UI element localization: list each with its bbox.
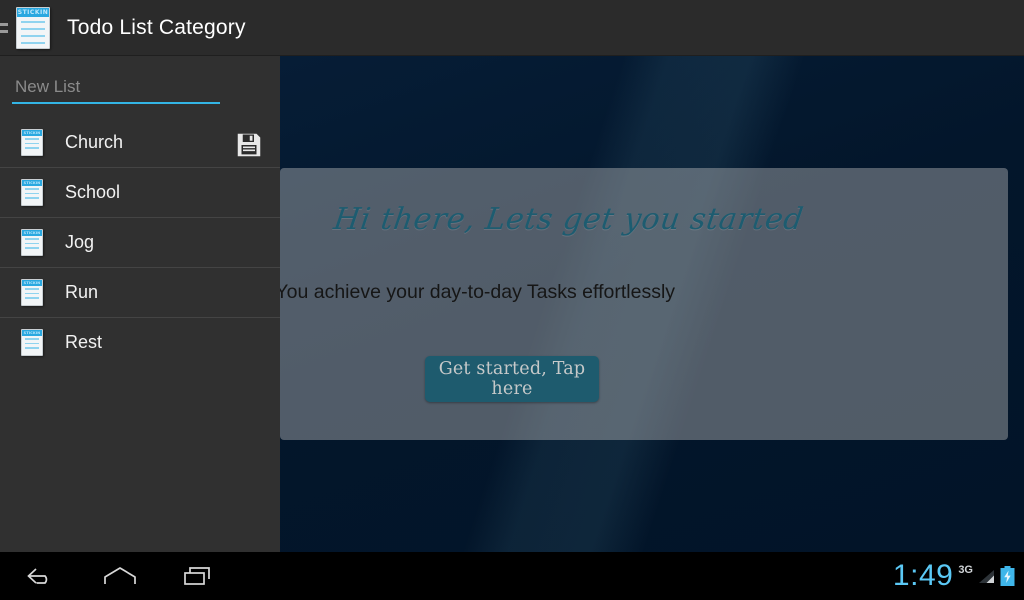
- hamburger-bar-2: [0, 29, 8, 33]
- notepad-icon-header: STICKIN: [22, 130, 42, 136]
- notepad-icon: STICKIN: [21, 279, 43, 306]
- list-item-label: Rest: [65, 332, 103, 352]
- device-screen: STICKIN Todo List Category New List STIC…: [0, 0, 1024, 600]
- new-list-row: [0, 56, 280, 157]
- list-item[interactable]: STICKIN Church: [0, 118, 280, 167]
- system-navigation-bar: 1:49 3G: [0, 552, 1024, 600]
- app-window: STICKIN Todo List Category New List STIC…: [0, 0, 1024, 552]
- notepad-icon-lines: [22, 338, 42, 352]
- notepad-icon-header: STICKIN: [22, 330, 42, 336]
- welcome-heading: Hi there, Lets get you started: [331, 202, 806, 237]
- page-title: Todo List Category: [67, 15, 246, 39]
- nav-button-group: [0, 552, 280, 600]
- notepad-icon-lines: [22, 288, 42, 302]
- battery-charging-icon: [1000, 566, 1015, 586]
- new-list-input[interactable]: [12, 74, 220, 104]
- notepad-icon-header: STICKIN: [22, 180, 42, 186]
- list-item[interactable]: STICKIN Run: [0, 267, 280, 317]
- notepad-icon-header: STICKIN: [22, 280, 42, 286]
- list-item-label: Run: [65, 282, 99, 302]
- get-started-button[interactable]: Get started, Tap here: [425, 356, 599, 402]
- notepad-icon: STICKIN: [16, 6, 50, 49]
- notepad-icon-lines: [22, 138, 42, 152]
- home-icon: [104, 567, 136, 584]
- back-icon: [27, 568, 48, 584]
- recent-apps-icon: [184, 567, 210, 585]
- signal-icon: [979, 570, 994, 583]
- notepad-icon: STICKIN: [21, 129, 43, 156]
- list-item[interactable]: STICKIN Jog: [0, 217, 280, 267]
- list-item-label: School: [65, 182, 121, 202]
- category-list: STICKIN Church STICKIN School STICKIN Jo…: [0, 118, 280, 367]
- notepad-icon-lines: [22, 238, 42, 252]
- hamburger-menu-icon[interactable]: [0, 0, 8, 56]
- network-type-label: 3G: [958, 564, 973, 576]
- category-sidebar: STICKIN Church STICKIN School STICKIN: [0, 56, 280, 552]
- nav-back-button[interactable]: [8, 552, 72, 600]
- list-item-label: Church: [65, 132, 124, 152]
- list-item[interactable]: STICKIN Rest: [0, 317, 280, 367]
- welcome-body-text: life more efficiently by ensuring You ac…: [280, 281, 676, 303]
- notepad-icon-header: STICKIN: [22, 230, 42, 236]
- nav-home-button[interactable]: [88, 552, 152, 600]
- notepad-icon-header: STICKIN: [17, 7, 49, 17]
- hamburger-bar-1: [0, 22, 8, 26]
- list-item[interactable]: STICKIN School: [0, 167, 280, 217]
- welcome-card: Hi there, Lets get you started life more…: [280, 168, 1008, 440]
- notepad-icon-lines: [17, 20, 49, 48]
- list-item-label: Jog: [65, 232, 95, 252]
- status-clock[interactable]: 1:49: [893, 561, 953, 591]
- main-content: Hi there, Lets get you started life more…: [280, 56, 1024, 552]
- notepad-icon-lines: [22, 188, 42, 202]
- action-bar: STICKIN Todo List Category: [0, 0, 1024, 56]
- nav-recents-button[interactable]: [168, 552, 232, 600]
- notepad-icon: STICKIN: [21, 179, 43, 206]
- notepad-icon: STICKIN: [21, 329, 43, 356]
- notepad-icon: STICKIN: [21, 229, 43, 256]
- status-area: 1:49 3G: [893, 552, 1016, 600]
